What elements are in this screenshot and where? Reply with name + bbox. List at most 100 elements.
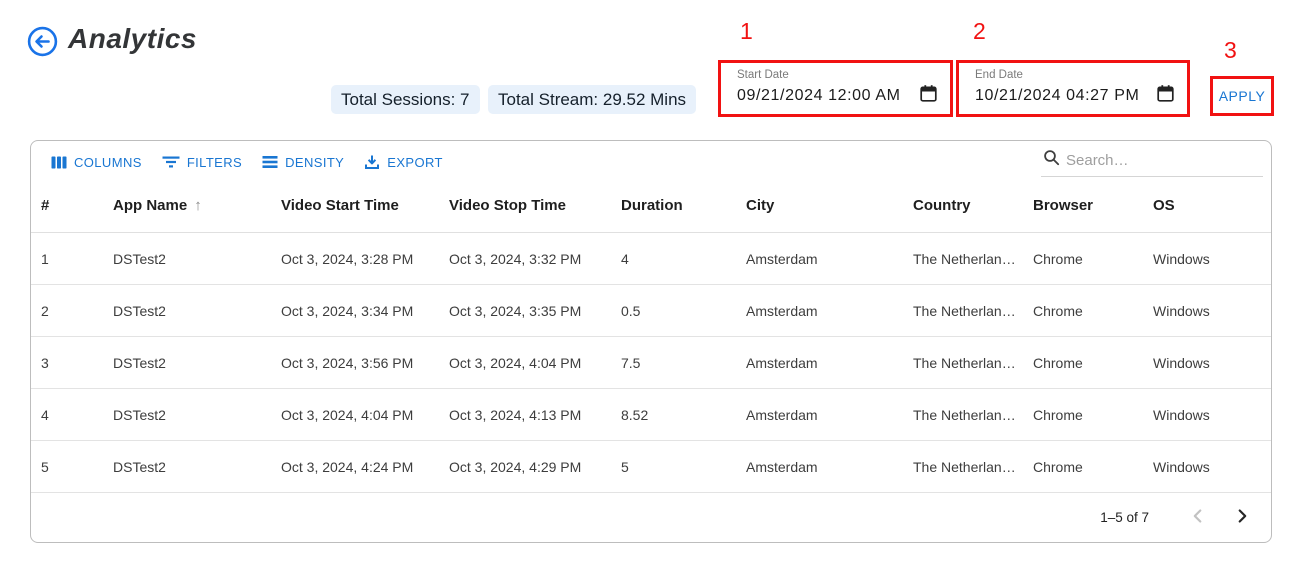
cell-video-stop-time: Oct 3, 2024, 4:29 PM (449, 459, 621, 475)
table-row[interactable]: 3 DSTest2 Oct 3, 2024, 3:56 PM Oct 3, 20… (31, 337, 1271, 389)
cell-country: The Netherlan… (913, 355, 1033, 371)
cell-country: The Netherlan… (913, 407, 1033, 423)
column-header-country[interactable]: Country (913, 197, 1033, 214)
cell-video-stop-time: Oct 3, 2024, 4:04 PM (449, 355, 621, 371)
cell-app-name: DSTest2 (113, 407, 281, 423)
cell-browser: Chrome (1033, 303, 1153, 319)
arrow-left-circle-icon (27, 45, 58, 60)
cell-duration: 8.52 (621, 407, 746, 423)
column-header-video-start[interactable]: Video Start Time (281, 197, 449, 214)
total-stream-badge: Total Stream: 29.52 Mins (488, 85, 696, 114)
table-header-row: # App Name ↑ Video Start Time Video Stop… (31, 179, 1271, 233)
cell-os: Windows (1153, 407, 1271, 423)
cell-index: 2 (41, 303, 113, 319)
cell-browser: Chrome (1033, 459, 1153, 475)
cell-browser: Chrome (1033, 355, 1153, 371)
analytics-page: Analytics Total Sessions: 7 Total Stream… (0, 0, 1302, 564)
start-date-value: 09/21/2024 12:00 AM (737, 87, 901, 105)
cell-country: The Netherlan… (913, 251, 1033, 267)
column-header-app-name[interactable]: App Name ↑ (113, 197, 281, 214)
table-row[interactable]: 2 DSTest2 Oct 3, 2024, 3:34 PM Oct 3, 20… (31, 285, 1271, 337)
cell-video-stop-time: Oct 3, 2024, 4:13 PM (449, 407, 621, 423)
page-title: Analytics (68, 23, 197, 55)
search-icon (1043, 149, 1060, 171)
annotation-number-1: 1 (740, 18, 753, 45)
cell-index: 4 (41, 407, 113, 423)
filter-list-icon (162, 155, 180, 169)
column-header-city[interactable]: City (746, 197, 913, 214)
table-row[interactable]: 5 DSTest2 Oct 3, 2024, 4:24 PM Oct 3, 20… (31, 441, 1271, 493)
calendar-icon[interactable] (919, 84, 938, 108)
quick-filter (1041, 146, 1263, 177)
table-row[interactable]: 1 DSTest2 Oct 3, 2024, 3:28 PM Oct 3, 20… (31, 233, 1271, 285)
cell-video-start-time: Oct 3, 2024, 3:28 PM (281, 251, 449, 267)
cell-browser: Chrome (1033, 407, 1153, 423)
cell-city: Amsterdam (746, 407, 913, 423)
table-footer: 1–5 of 7 (31, 493, 1271, 542)
annotation-box-1: Start Date 09/21/2024 12:00 AM (718, 60, 953, 117)
annotation-box-2: End Date 10/21/2024 04:27 PM (956, 60, 1190, 117)
cell-video-start-time: Oct 3, 2024, 4:04 PM (281, 407, 449, 423)
sort-ascending-icon[interactable]: ↑ (194, 197, 202, 214)
cell-os: Windows (1153, 355, 1271, 371)
cell-browser: Chrome (1033, 251, 1153, 267)
cell-video-start-time: Oct 3, 2024, 3:56 PM (281, 355, 449, 371)
density-button[interactable]: DENSITY (252, 151, 354, 174)
search-input[interactable] (1066, 152, 1261, 169)
cell-video-start-time: Oct 3, 2024, 3:34 PM (281, 303, 449, 319)
cell-duration: 4 (621, 251, 746, 267)
cell-duration: 5 (621, 459, 746, 475)
cell-video-start-time: Oct 3, 2024, 4:24 PM (281, 459, 449, 475)
total-sessions-badge: Total Sessions: 7 (331, 85, 480, 114)
apply-button[interactable]: APPLY (1219, 88, 1266, 104)
table-toolbar: COLUMNS FILTERS (31, 141, 1271, 179)
calendar-icon[interactable] (1156, 84, 1175, 108)
cell-city: Amsterdam (746, 355, 913, 371)
start-date-label: Start Date (737, 69, 938, 81)
cell-duration: 7.5 (621, 355, 746, 371)
filters-button[interactable]: FILTERS (152, 151, 252, 174)
cell-city: Amsterdam (746, 251, 913, 267)
density-icon (262, 155, 278, 169)
sessions-table-panel: COLUMNS FILTERS (30, 140, 1272, 543)
previous-page-button[interactable] (1183, 503, 1213, 533)
start-date-input[interactable]: Start Date 09/21/2024 12:00 AM (721, 63, 950, 114)
table-row[interactable]: 4 DSTest2 Oct 3, 2024, 4:04 PM Oct 3, 20… (31, 389, 1271, 441)
cell-country: The Netherlan… (913, 459, 1033, 475)
cell-app-name: DSTest2 (113, 459, 281, 475)
end-date-label: End Date (975, 69, 1175, 81)
cell-video-stop-time: Oct 3, 2024, 3:35 PM (449, 303, 621, 319)
cell-os: Windows (1153, 459, 1271, 475)
back-button[interactable] (27, 26, 58, 57)
cell-index: 5 (41, 459, 113, 475)
cell-app-name: DSTest2 (113, 355, 281, 371)
columns-icon (51, 155, 67, 170)
column-header-index[interactable]: # (41, 197, 113, 214)
columns-button-label: COLUMNS (74, 155, 142, 170)
column-header-duration[interactable]: Duration (621, 197, 746, 214)
end-date-input[interactable]: End Date 10/21/2024 04:27 PM (959, 63, 1187, 114)
annotation-number-3: 3 (1224, 37, 1237, 64)
cell-city: Amsterdam (746, 303, 913, 319)
cell-country: The Netherlan… (913, 303, 1033, 319)
column-header-video-stop[interactable]: Video Stop Time (449, 197, 621, 214)
export-button-label: EXPORT (387, 155, 443, 170)
cell-app-name: DSTest2 (113, 303, 281, 319)
filters-button-label: FILTERS (187, 155, 242, 170)
annotation-box-3: APPLY (1210, 76, 1274, 116)
next-page-button[interactable] (1227, 503, 1257, 533)
chevron-right-icon (1231, 505, 1253, 530)
column-header-os[interactable]: OS (1153, 197, 1271, 214)
cell-index: 1 (41, 251, 113, 267)
cell-city: Amsterdam (746, 459, 913, 475)
cell-index: 3 (41, 355, 113, 371)
annotation-number-2: 2 (973, 18, 986, 45)
cell-os: Windows (1153, 251, 1271, 267)
end-date-value: 10/21/2024 04:27 PM (975, 87, 1139, 105)
download-icon (364, 154, 380, 170)
density-button-label: DENSITY (285, 155, 344, 170)
cell-app-name: DSTest2 (113, 251, 281, 267)
column-header-browser[interactable]: Browser (1033, 197, 1153, 214)
export-button[interactable]: EXPORT (354, 150, 453, 174)
columns-button[interactable]: COLUMNS (41, 151, 152, 174)
